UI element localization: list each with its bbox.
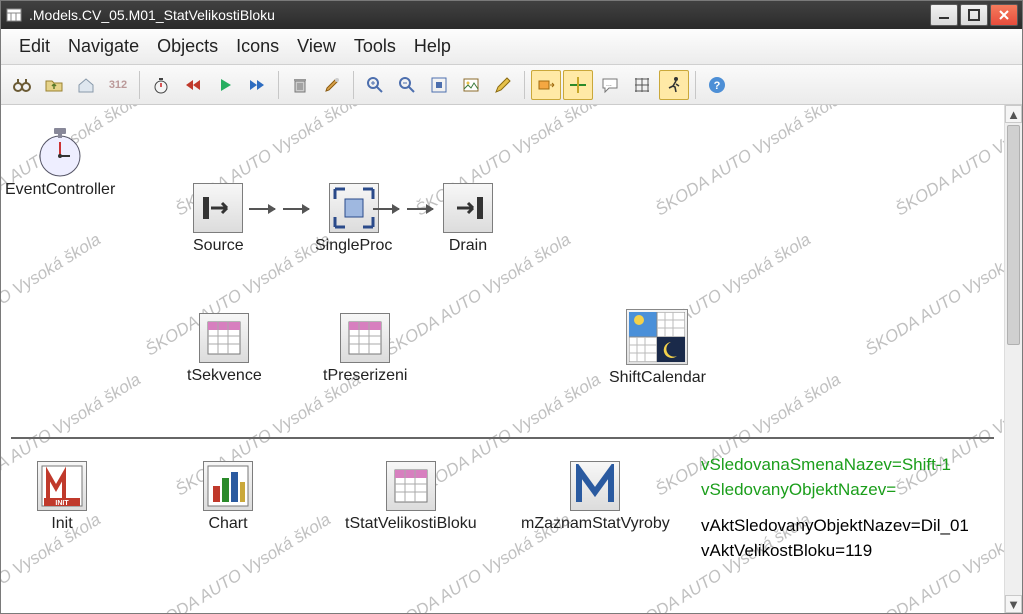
watermark-text: ŠKODA AUTO Vysoká škola: [892, 105, 1004, 220]
fast-forward-icon[interactable]: [242, 70, 272, 100]
toolbar: 312 ... ?: [1, 65, 1022, 105]
var-sledovana-smena: vSledovanaSmenaNazev=Shift-1: [701, 453, 969, 478]
zoom-out-icon[interactable]: [392, 70, 422, 100]
menu-icons[interactable]: Icons: [236, 36, 279, 57]
zoom-in-icon[interactable]: [360, 70, 390, 100]
section-divider: [11, 437, 994, 439]
vertical-scrollbar[interactable]: ▲ ▼: [1004, 105, 1022, 613]
connector: [373, 208, 399, 210]
titlebar: .Models.CV_05.M01_StatVelikostiBloku: [1, 1, 1022, 29]
grid-icon[interactable]: [627, 70, 657, 100]
fit-icon[interactable]: [424, 70, 454, 100]
model-canvas[interactable]: ŠKODA AUTO Vysoká školaŠKODA AUTO Vysoká…: [1, 105, 1004, 613]
scroll-down-icon[interactable]: ▼: [1005, 595, 1022, 613]
trash-icon[interactable]: [285, 70, 315, 100]
node-chart[interactable]: Chart: [203, 461, 253, 533]
runner-icon[interactable]: [659, 70, 689, 100]
paintbrush-icon[interactable]: [317, 70, 347, 100]
connector: [407, 208, 433, 210]
svg-text:?: ?: [714, 80, 721, 92]
home-icon[interactable]: [71, 70, 101, 100]
scroll-up-icon[interactable]: ▲: [1005, 105, 1022, 123]
menu-edit[interactable]: Edit: [19, 36, 50, 57]
node-shift-calendar[interactable]: ShiftCalendar: [609, 309, 706, 387]
stopwatch-icon[interactable]: [146, 70, 176, 100]
variable-block: vSledovanaSmenaNazev=Shift-1 vSledovanyO…: [701, 453, 969, 564]
node-tstat[interactable]: tStatVelikostiBloku: [345, 461, 477, 533]
svg-text:INIT: INIT: [55, 500, 69, 507]
menu-view[interactable]: View: [297, 36, 336, 57]
window-title: .Models.CV_05.M01_StatVelikostiBloku: [29, 7, 930, 23]
node-init[interactable]: INIT Init: [37, 461, 87, 533]
help-icon[interactable]: ?: [702, 70, 732, 100]
binoculars-icon[interactable]: [7, 70, 37, 100]
move-icon[interactable]: [531, 70, 561, 100]
numbers-icon[interactable]: 312: [103, 70, 133, 100]
scroll-thumb[interactable]: [1007, 125, 1020, 345]
node-tsekvence[interactable]: tSekvence: [187, 313, 262, 385]
app-icon: [5, 6, 23, 24]
watermark-text: ŠKODA AUTO Vysoká škola: [862, 230, 1004, 361]
node-tpreserizeni[interactable]: tPreserizeni: [323, 313, 407, 385]
node-event-controller[interactable]: EventController: [5, 119, 115, 199]
connector: [249, 208, 275, 210]
connector: [283, 208, 309, 210]
var-sledovany-objekt: vSledovanyObjektNazev=: [701, 478, 969, 503]
var-akt-velikost-bloku: vAktVelikostBloku=119: [701, 539, 969, 564]
node-drain[interactable]: Drain: [443, 183, 493, 255]
watermark-text: ŠKODA AUTO Vysoká škola: [1, 230, 104, 361]
menu-objects[interactable]: Objects: [157, 36, 218, 57]
node-source[interactable]: Source: [193, 183, 244, 255]
pencil-icon[interactable]: [488, 70, 518, 100]
watermark-text: ŠKODA AUTO Vysoká škola: [412, 105, 604, 220]
node-mzaznam[interactable]: mZaznamStatVyroby: [521, 461, 670, 533]
minimize-button[interactable]: [930, 4, 958, 26]
app-window: .Models.CV_05.M01_StatVelikostiBloku Edi…: [0, 0, 1023, 614]
menubar: Edit Navigate Objects Icons View Tools H…: [1, 29, 1022, 65]
menu-tools[interactable]: Tools: [354, 36, 396, 57]
folder-up-icon[interactable]: [39, 70, 69, 100]
align-icon[interactable]: [563, 70, 593, 100]
var-akt-sledovany-objekt: vAktSledovanyObjektNazev=Dil_01: [701, 514, 969, 539]
maximize-button[interactable]: [960, 4, 988, 26]
close-button[interactable]: [990, 4, 1018, 26]
watermark-text: ŠKODA AUTO Vysoká škola: [652, 105, 844, 220]
play-icon[interactable]: [210, 70, 240, 100]
menu-navigate[interactable]: Navigate: [68, 36, 139, 57]
comment-icon[interactable]: ...: [595, 70, 625, 100]
svg-text:...: ...: [606, 81, 612, 88]
watermark-text: ŠKODA AUTO Vysoká škola: [172, 370, 364, 501]
picture-icon[interactable]: [456, 70, 486, 100]
node-single-proc[interactable]: SingleProc: [315, 183, 392, 255]
menu-help[interactable]: Help: [414, 36, 451, 57]
rewind-icon[interactable]: [178, 70, 208, 100]
